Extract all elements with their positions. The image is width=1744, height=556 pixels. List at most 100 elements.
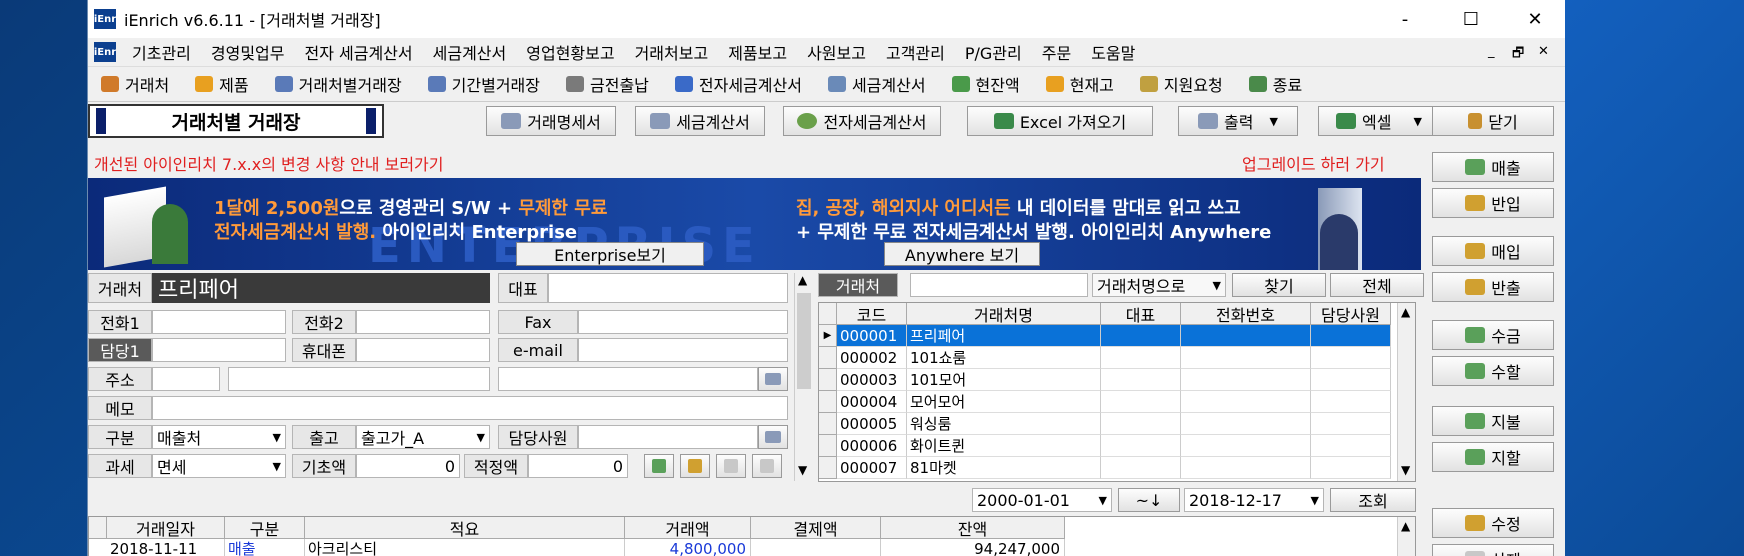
client-code-cell[interactable]: 000007 <box>837 457 907 479</box>
col-summary[interactable]: 적요 <box>305 517 625 539</box>
client-rep-cell[interactable] <box>1101 325 1181 347</box>
return-out-button[interactable]: 반출 <box>1432 272 1554 302</box>
tb-exit[interactable]: 종료 <box>1236 72 1315 96</box>
staff-search-button[interactable] <box>758 425 788 449</box>
menu-customer[interactable]: 고객관리 <box>876 40 955 64</box>
search-input[interactable] <box>910 273 1088 297</box>
find-button[interactable]: 찾기 <box>1232 273 1326 297</box>
tb-client-ledger[interactable]: 거래처별거래장 <box>262 72 415 96</box>
client-rep-cell[interactable] <box>1101 457 1181 479</box>
scroll-thumb[interactable] <box>797 293 811 389</box>
client-name-cell[interactable]: 101쇼룸 <box>907 347 1101 369</box>
tb-client[interactable]: 거래처 <box>88 72 182 96</box>
date-from-select[interactable]: 2000-01-01 <box>972 488 1112 512</box>
address-search-button[interactable] <box>758 367 788 391</box>
date-to-select[interactable]: 2018-12-17 <box>1184 488 1324 512</box>
notice-link[interactable]: 개선된 아이인리치 7.x.x의 변경 사항 안내 보러가기 <box>94 151 444 175</box>
client-staff-cell[interactable] <box>1311 369 1391 391</box>
ledger-amount-cell[interactable]: 4,800,000 <box>625 539 751 556</box>
row-indicator[interactable] <box>819 413 837 435</box>
return-in-button[interactable]: 반입 <box>1432 188 1554 218</box>
client-code-cell[interactable]: 000005 <box>837 413 907 435</box>
client-rep-cell[interactable] <box>1101 435 1181 457</box>
new-button[interactable] <box>644 454 674 478</box>
base-amount-field[interactable]: 0 <box>356 454 460 478</box>
anywhere-view-button[interactable]: Anywhere 보기 <box>884 242 1040 266</box>
print-dropdown-icon[interactable]: ▼ <box>1269 115 1277 128</box>
tb-cash[interactable]: 금전출납 <box>553 72 662 96</box>
tb-product[interactable]: 제품 <box>182 72 261 96</box>
col-phone[interactable]: 전화번호 <box>1181 303 1311 325</box>
mdi-close-button[interactable]: ✕ <box>1538 44 1549 59</box>
tb-support[interactable]: 지원요청 <box>1127 72 1236 96</box>
ledger-summary-cell[interactable]: 아크리스티 <box>305 539 625 556</box>
address2-field[interactable] <box>498 367 758 391</box>
menu-etax[interactable]: 전자 세금계산서 <box>295 40 423 64</box>
menu-tax[interactable]: 세금계산서 <box>423 40 517 64</box>
etax-button[interactable]: 전자세금계산서 <box>783 106 941 136</box>
edit-form-button[interactable] <box>680 454 710 478</box>
col-balance[interactable]: 잔액 <box>881 517 1065 539</box>
tb-etax[interactable]: 전자세금계산서 <box>662 72 815 96</box>
client-phone-cell[interactable] <box>1181 391 1311 413</box>
staff-field[interactable] <box>578 425 758 449</box>
client-phone-cell[interactable] <box>1181 435 1311 457</box>
scroll-up-icon[interactable]: ▲ <box>1401 519 1410 533</box>
fax-field[interactable] <box>578 310 788 334</box>
form-scrollbar[interactable]: ▲ ▼ <box>794 273 812 481</box>
zip-field[interactable] <box>152 367 220 391</box>
client-name-cell[interactable]: 모어모어 <box>907 391 1101 413</box>
pay-button[interactable]: 지불 <box>1432 406 1554 436</box>
ledger-scrollbar[interactable]: ▲ <box>1397 517 1415 556</box>
menu-product-report[interactable]: 제품보고 <box>718 40 797 64</box>
proper-amount-field[interactable]: 0 <box>528 454 628 478</box>
col-amount[interactable]: 거래액 <box>625 517 751 539</box>
client-rep-cell[interactable] <box>1101 391 1181 413</box>
mobile-field[interactable] <box>356 338 490 362</box>
row-indicator[interactable] <box>819 457 837 479</box>
menu-client-report[interactable]: 거래처보고 <box>625 40 719 64</box>
client-table-scrollbar[interactable]: ▲ ▼ <box>1397 303 1415 481</box>
client-name-field[interactable]: 프리페어 <box>152 273 490 303</box>
ledger-type-cell[interactable]: 매출 <box>225 539 305 556</box>
row-indicator[interactable] <box>819 369 837 391</box>
client-phone-cell[interactable] <box>1181 457 1311 479</box>
collect-discount-button[interactable]: 수할 <box>1432 356 1554 386</box>
col-client-name[interactable]: 거래처명 <box>907 303 1101 325</box>
col-staff[interactable]: 담당사원 <box>1311 303 1391 325</box>
client-name-cell[interactable]: 화이트퀸 <box>907 435 1101 457</box>
type-select[interactable]: 매출처 <box>152 425 286 449</box>
client-code-cell[interactable]: 000006 <box>837 435 907 457</box>
col-date[interactable]: 거래일자 <box>107 517 225 539</box>
copy-button[interactable] <box>716 454 746 478</box>
col-type[interactable]: 구분 <box>225 517 305 539</box>
excel-dropdown-icon[interactable]: ▼ <box>1413 115 1421 128</box>
address1-field[interactable] <box>228 367 490 391</box>
stmt-button[interactable]: 거래명세서 <box>486 106 616 136</box>
client-name-cell[interactable]: 프리페어 <box>907 325 1101 347</box>
upgrade-link[interactable]: 업그레이드 하러 가기 <box>1242 151 1385 175</box>
menu-sales-report[interactable]: 영업현황보고 <box>516 40 624 64</box>
sale-button[interactable]: 매출 <box>1432 152 1554 182</box>
collect-button[interactable]: 수금 <box>1432 320 1554 350</box>
excel-button[interactable]: 엑셀 ▼ <box>1318 106 1440 136</box>
col-code[interactable]: 코드 <box>837 303 907 325</box>
mdi-minimize-button[interactable]: _ <box>1488 44 1495 59</box>
client-phone-cell[interactable] <box>1181 413 1311 435</box>
row-indicator[interactable]: ▶ <box>819 325 837 347</box>
client-staff-cell[interactable] <box>1311 435 1391 457</box>
delete-button[interactable]: 삭제 <box>1432 544 1554 556</box>
client-phone-cell[interactable] <box>1181 347 1311 369</box>
purchase-button[interactable]: 매입 <box>1432 236 1554 266</box>
all-button[interactable]: 전체 <box>1330 273 1424 297</box>
phone2-field[interactable] <box>356 310 490 334</box>
menu-business[interactable]: 경영및업무 <box>201 40 295 64</box>
mdi-restore-button[interactable]: 🗗 <box>1512 44 1524 66</box>
memo-field[interactable] <box>152 396 788 420</box>
tb-period-ledger[interactable]: 기간별거래장 <box>415 72 553 96</box>
email-field[interactable] <box>578 338 788 362</box>
client-staff-cell[interactable] <box>1311 457 1391 479</box>
client-phone-cell[interactable] <box>1181 325 1311 347</box>
tax-invoice-button[interactable]: 세금계산서 <box>635 106 765 136</box>
scroll-down-icon[interactable]: ▼ <box>1401 463 1410 477</box>
